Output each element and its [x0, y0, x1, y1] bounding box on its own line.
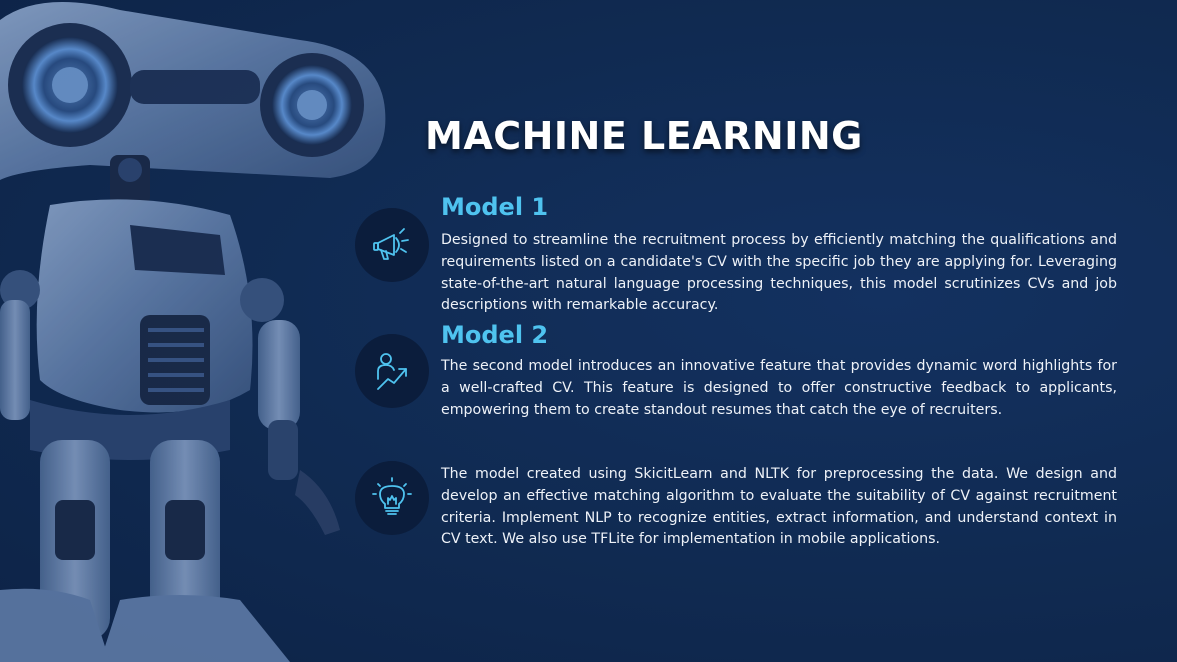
- model-1-description: Designed to streamline the recruitment p…: [441, 232, 1117, 314]
- slide: MACHINE LEARNING Model 1 Designed to str…: [0, 0, 1177, 662]
- slide-title: MACHINE LEARNING: [425, 114, 863, 158]
- lightbulb-icon: [355, 461, 429, 535]
- model-implementation-description: The model created using SkicitLearn and …: [441, 466, 1117, 548]
- model-2-heading: Model 2: [441, 321, 549, 349]
- person-growth-icon: [355, 334, 429, 408]
- model-2-description: The second model introduces an innovativ…: [441, 358, 1117, 418]
- model-1-heading: Model 1: [441, 193, 549, 221]
- megaphone-icon: [355, 208, 429, 282]
- robot-illustration: [0, 2, 386, 662]
